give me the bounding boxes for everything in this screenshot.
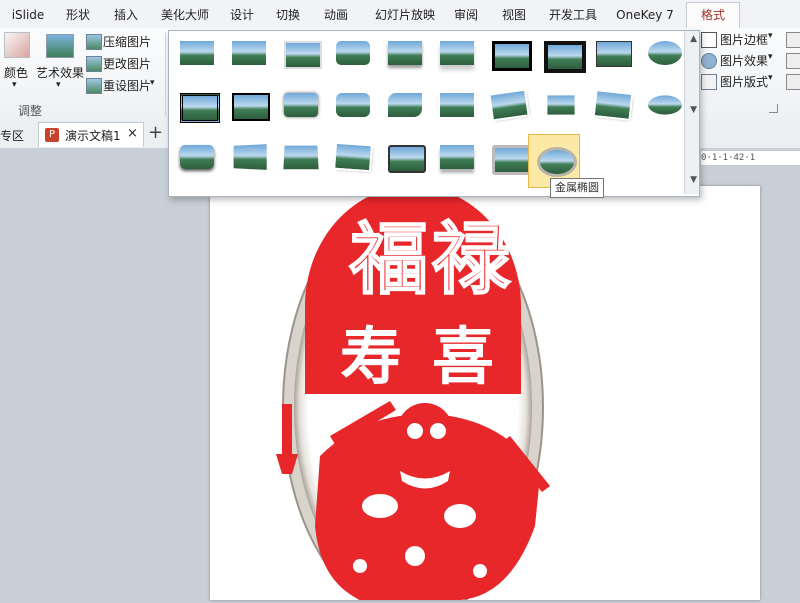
picture-styles-gallery: ▲ ▼ ▼ [168,30,700,197]
artwork-char-3: 寿 [340,320,402,393]
picture-style-8[interactable] [539,37,586,73]
picture-layout-button[interactable]: 图片版式 [720,73,768,90]
picture-border-icon [701,32,717,48]
picture-effects-icon [701,53,717,69]
picture-style-27[interactable] [487,141,532,175]
close-tab-icon[interactable]: × [127,126,138,141]
picture-layout-dropdown-icon[interactable]: ▾ [768,73,773,83]
tab-review[interactable]: 审阅 [446,5,486,25]
picture-style-21[interactable] [175,141,219,173]
picture-style-1[interactable] [175,37,219,69]
picture-effects-dropdown-icon[interactable]: ▾ [768,52,773,62]
picture-effects-button[interactable]: 图片效果 [720,52,768,69]
color-dropdown-arrow-icon[interactable]: ▾ [12,80,17,90]
picture-style-9[interactable] [591,37,635,69]
tab-design[interactable]: 设计 [222,5,262,25]
picture-border-button[interactable]: 图片边框 [720,31,768,48]
tab-insert[interactable]: 插入 [106,5,146,25]
tab-slideshow[interactable]: 幻灯片放映 [366,5,444,25]
add-tab-icon[interactable]: + [148,122,163,143]
reset-picture-button[interactable]: 重设图片 [103,77,151,94]
picture-layout-icon [701,74,717,90]
group-adjust-label: 调整 [18,104,43,118]
picture-style-20[interactable] [643,89,687,121]
horizontal-ruler: 0·1·1·42·1 [700,150,800,166]
tab-transition[interactable]: 切换 [268,5,308,25]
change-picture-icon [86,56,102,72]
color-icon[interactable] [4,32,30,58]
picture-style-22[interactable] [227,141,271,173]
picture-style-12[interactable] [227,89,271,121]
dialog-launcher-icon[interactable] [769,104,778,113]
scroll-down-icon[interactable]: ▼ [690,105,697,115]
tab-onekey[interactable]: OneKey 7 [612,5,678,25]
picture-style-17[interactable] [487,88,531,122]
picture-style-10[interactable] [643,37,687,69]
more-styles-icon[interactable]: ▼ [690,175,697,185]
tab-developer[interactable]: 开发工具 [542,5,604,25]
style-tooltip: 金属椭圆 [550,178,604,198]
picture-style-5[interactable] [383,37,427,69]
scroll-up-icon[interactable]: ▲ [690,34,697,44]
tab-format[interactable]: 格式 [686,2,740,29]
reset-dropdown-arrow-icon[interactable]: ▾ [150,78,155,88]
picture-style-15[interactable] [383,89,427,121]
picture-style-16[interactable] [435,89,479,121]
tab-beautify[interactable]: 美化大师 [154,5,216,25]
slide-canvas[interactable]: 福 禄 寿 喜 [210,186,760,603]
compress-icon [86,34,102,50]
picture-style-3[interactable] [279,37,323,69]
art-effects-icon[interactable] [46,34,74,58]
arrange-icon-1[interactable] [786,32,800,48]
powerpoint-icon: P [45,128,59,142]
picture-style-2[interactable] [227,37,271,69]
picture-style-26[interactable] [435,141,479,173]
picture-style-25[interactable] [383,141,427,173]
picture-style-24[interactable] [331,141,375,173]
artwork-char-2: 禄 [432,214,511,305]
picture-style-4[interactable] [331,37,375,69]
color-button[interactable]: 颜色 [4,64,28,81]
ribbon-tab-bar: iSlide 形状 插入 美化大师 设计 切换 动画 幻灯片放映 审阅 视图 开… [0,0,800,29]
picture-style-7[interactable] [487,37,532,71]
doc-tab-title: 演示文稿1 [65,129,121,143]
tab-shape[interactable]: 形状 [58,5,98,25]
picture-style-18[interactable] [539,89,583,121]
arrange-icon-3[interactable] [786,74,800,90]
picture-style-23[interactable] [279,141,323,173]
reset-picture-icon [86,78,102,94]
picture-style-14[interactable] [331,89,375,121]
picture-style-11[interactable] [175,89,220,123]
art-effects-button[interactable]: 艺术效果 [36,64,84,81]
picture-style-6[interactable] [435,37,479,69]
artwork-char-1: 福 [349,214,428,305]
group-divider [165,32,166,116]
compress-button[interactable]: 压缩图片 [103,33,151,50]
artwork-char-4: 喜 [432,320,494,393]
picture-border-dropdown-icon[interactable]: ▾ [768,31,773,41]
paper-cut-artwork[interactable]: 福 禄 寿 喜 [210,186,760,603]
arrange-icon-2[interactable] [786,53,800,69]
left-partial-tab[interactable]: 专区 [0,127,24,144]
art-effects-dropdown-arrow-icon[interactable]: ▾ [56,80,61,90]
picture-style-19[interactable] [591,89,635,121]
tab-view[interactable]: 视图 [494,5,534,25]
tab-islide[interactable]: iSlide [6,5,50,25]
picture-style-13[interactable] [279,89,323,121]
change-picture-button[interactable]: 更改图片 [103,55,151,72]
tab-animation[interactable]: 动画 [314,5,358,25]
doc-tab[interactable]: P 演示文稿1 × [38,122,144,147]
